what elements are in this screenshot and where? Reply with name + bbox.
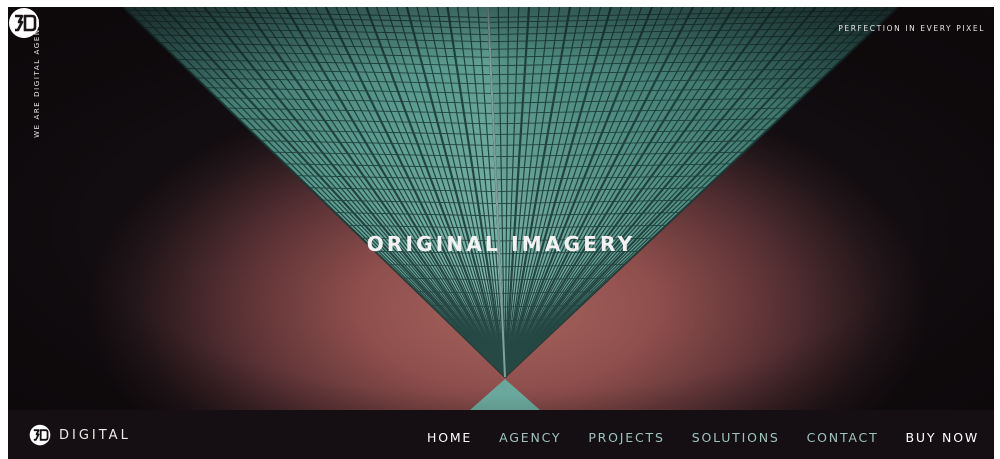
skyscraper-image	[8, 7, 994, 410]
hero-logo-icon	[9, 8, 39, 38]
bottom-navbar: DIGITAL HOME AGENCY PROJECTS SOLUTIONS C…	[8, 410, 994, 459]
nav-buy-now[interactable]: BUY NOW	[906, 431, 979, 445]
page-frame: WE ARE DIGITAL AGENCY PERFECTION IN EVER…	[8, 7, 994, 459]
brand-home-link[interactable]: DIGITAL	[29, 424, 131, 446]
top-tagline: PERFECTION IN EVERY PIXEL	[838, 24, 985, 33]
nav-agency[interactable]: AGENCY	[499, 431, 561, 445]
brand-logo-icon	[29, 424, 51, 446]
hero-title: ORIGINAL IMAGERY	[366, 232, 636, 256]
hero-section: WE ARE DIGITAL AGENCY PERFECTION IN EVER…	[8, 7, 994, 410]
nav-home[interactable]: HOME	[427, 431, 472, 445]
nav-contact[interactable]: CONTACT	[807, 431, 879, 445]
nav-solutions[interactable]: SOLUTIONS	[692, 431, 780, 445]
brand-name: DIGITAL	[59, 427, 131, 443]
nav-projects[interactable]: PROJECTS	[588, 431, 664, 445]
main-nav: HOME AGENCY PROJECTS SOLUTIONS CONTACT B…	[400, 431, 979, 445]
